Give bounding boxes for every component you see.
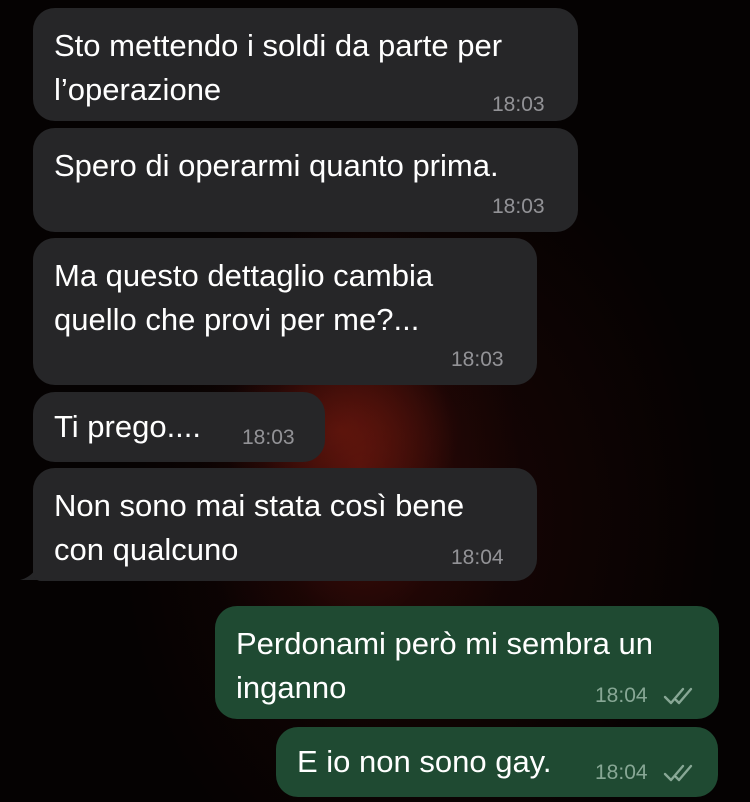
message-bubble-incoming[interactable]: Sto mettendo i soldi da parte per l’oper… [33, 8, 578, 121]
message-bubble-incoming[interactable]: Ma questo dettaglio cambia quello che pr… [33, 238, 537, 385]
message-text: Ti prego.... [54, 409, 202, 444]
message-text: Ma questo dettaglio cambia quello che pr… [54, 258, 434, 337]
message-text: Spero di operarmi quanto prima. [54, 148, 499, 183]
message-bubble-incoming[interactable]: Ti prego.... 18:03 [33, 392, 325, 462]
message-bubble-outgoing[interactable]: E io non sono gay. 18:04 [276, 727, 718, 797]
message-bubble-incoming[interactable]: Spero di operarmi quanto prima. 18:03 [33, 128, 578, 232]
message-bubble-outgoing[interactable]: Perdonami però mi sembra un inganno 18:0… [215, 606, 719, 719]
message-text: Non sono mai stata così bene con qualcun… [54, 488, 465, 567]
message-text: Sto mettendo i soldi da parte per l’oper… [54, 28, 503, 107]
message-bubble-incoming[interactable]: Non sono mai stata così bene con qualcun… [33, 468, 537, 581]
message-text: E io non sono gay. [297, 744, 552, 779]
double-check-icon [663, 764, 693, 782]
message-timestamp: 18:04 [451, 546, 504, 569]
message-text: Perdonami però mi sembra un inganno [236, 626, 653, 705]
message-timestamp: 18:03 [492, 195, 545, 218]
message-timestamp: 18:03 [492, 93, 545, 116]
double-check-icon [663, 687, 693, 705]
message-timestamp: 18:04 [595, 684, 648, 707]
message-timestamp: 18:03 [242, 426, 295, 449]
message-timestamp: 18:04 [595, 761, 648, 784]
chat-conversation[interactable]: Sto mettendo i soldi da parte per l’oper… [0, 0, 750, 802]
message-timestamp: 18:03 [451, 348, 504, 371]
